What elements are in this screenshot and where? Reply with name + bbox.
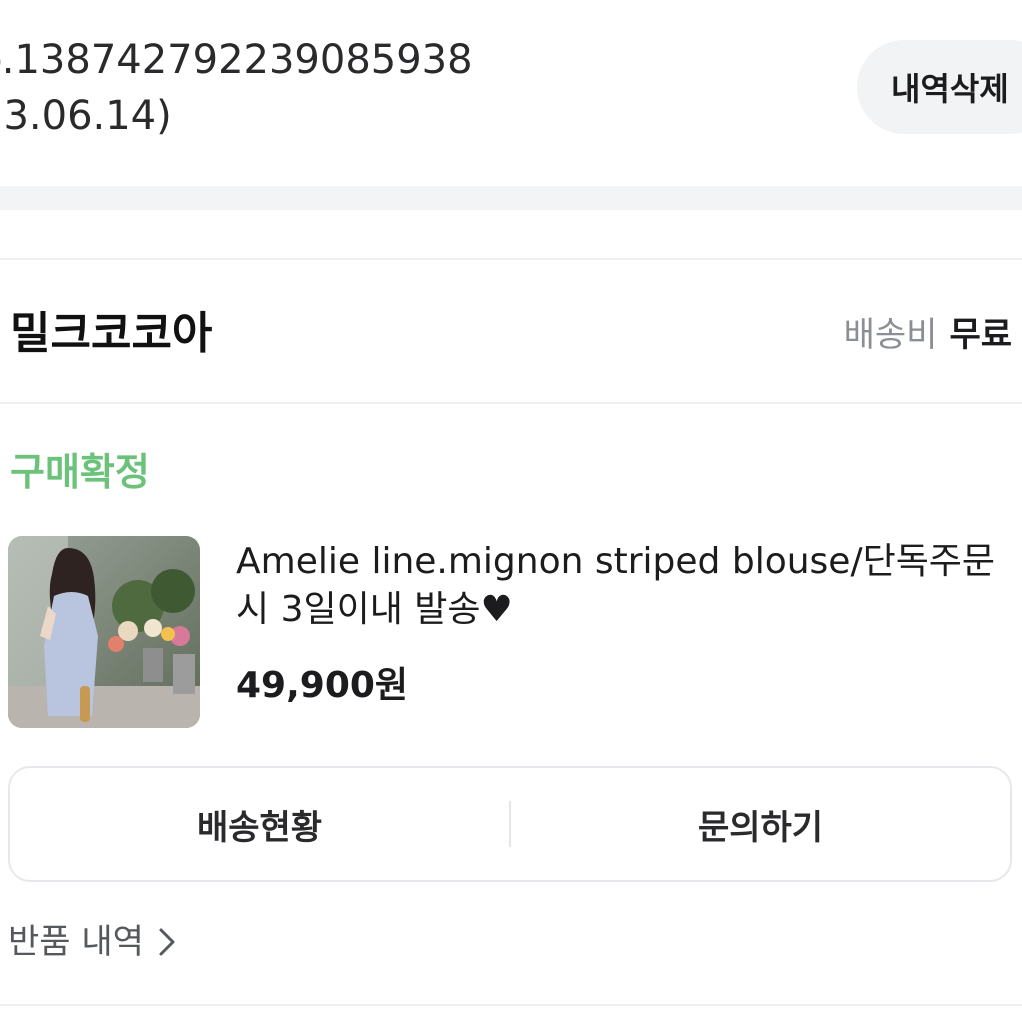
section-separator bbox=[0, 186, 1022, 210]
shipping-fee: 배송비 무료 bbox=[844, 312, 1012, 358]
delete-history-button[interactable]: 내역삭제 bbox=[857, 40, 1022, 134]
delivery-status-button[interactable]: 배송현황 bbox=[10, 768, 509, 880]
shipping-fee-value: 무료 bbox=[949, 315, 1012, 355]
seller-name[interactable]: 밀크코코아 bbox=[10, 306, 212, 362]
order-status: 구매확정 bbox=[10, 450, 150, 494]
product-price: 49,900원 bbox=[236, 665, 409, 706]
shipping-fee-label: 배송비 bbox=[843, 315, 938, 355]
chevron-right-icon bbox=[159, 928, 175, 956]
divider bbox=[0, 1004, 1022, 1006]
inquiry-button[interactable]: 문의하기 bbox=[511, 768, 1010, 880]
product-photo-icon bbox=[8, 536, 200, 728]
return-history-label: 반품 내역 bbox=[8, 922, 144, 962]
divider bbox=[0, 402, 1022, 404]
divider bbox=[0, 258, 1022, 260]
order-date: 23.06.14) bbox=[0, 93, 172, 139]
product-title[interactable]: Amelie line.mignon striped blouse/단독주문시 … bbox=[236, 538, 1016, 634]
return-history-link[interactable]: 반품 내역 bbox=[8, 918, 176, 966]
product-thumbnail[interactable] bbox=[8, 536, 200, 728]
order-actions: 배송현황 문의하기 bbox=[8, 766, 1012, 882]
order-number: o.13874279223908593​8 bbox=[0, 37, 473, 83]
